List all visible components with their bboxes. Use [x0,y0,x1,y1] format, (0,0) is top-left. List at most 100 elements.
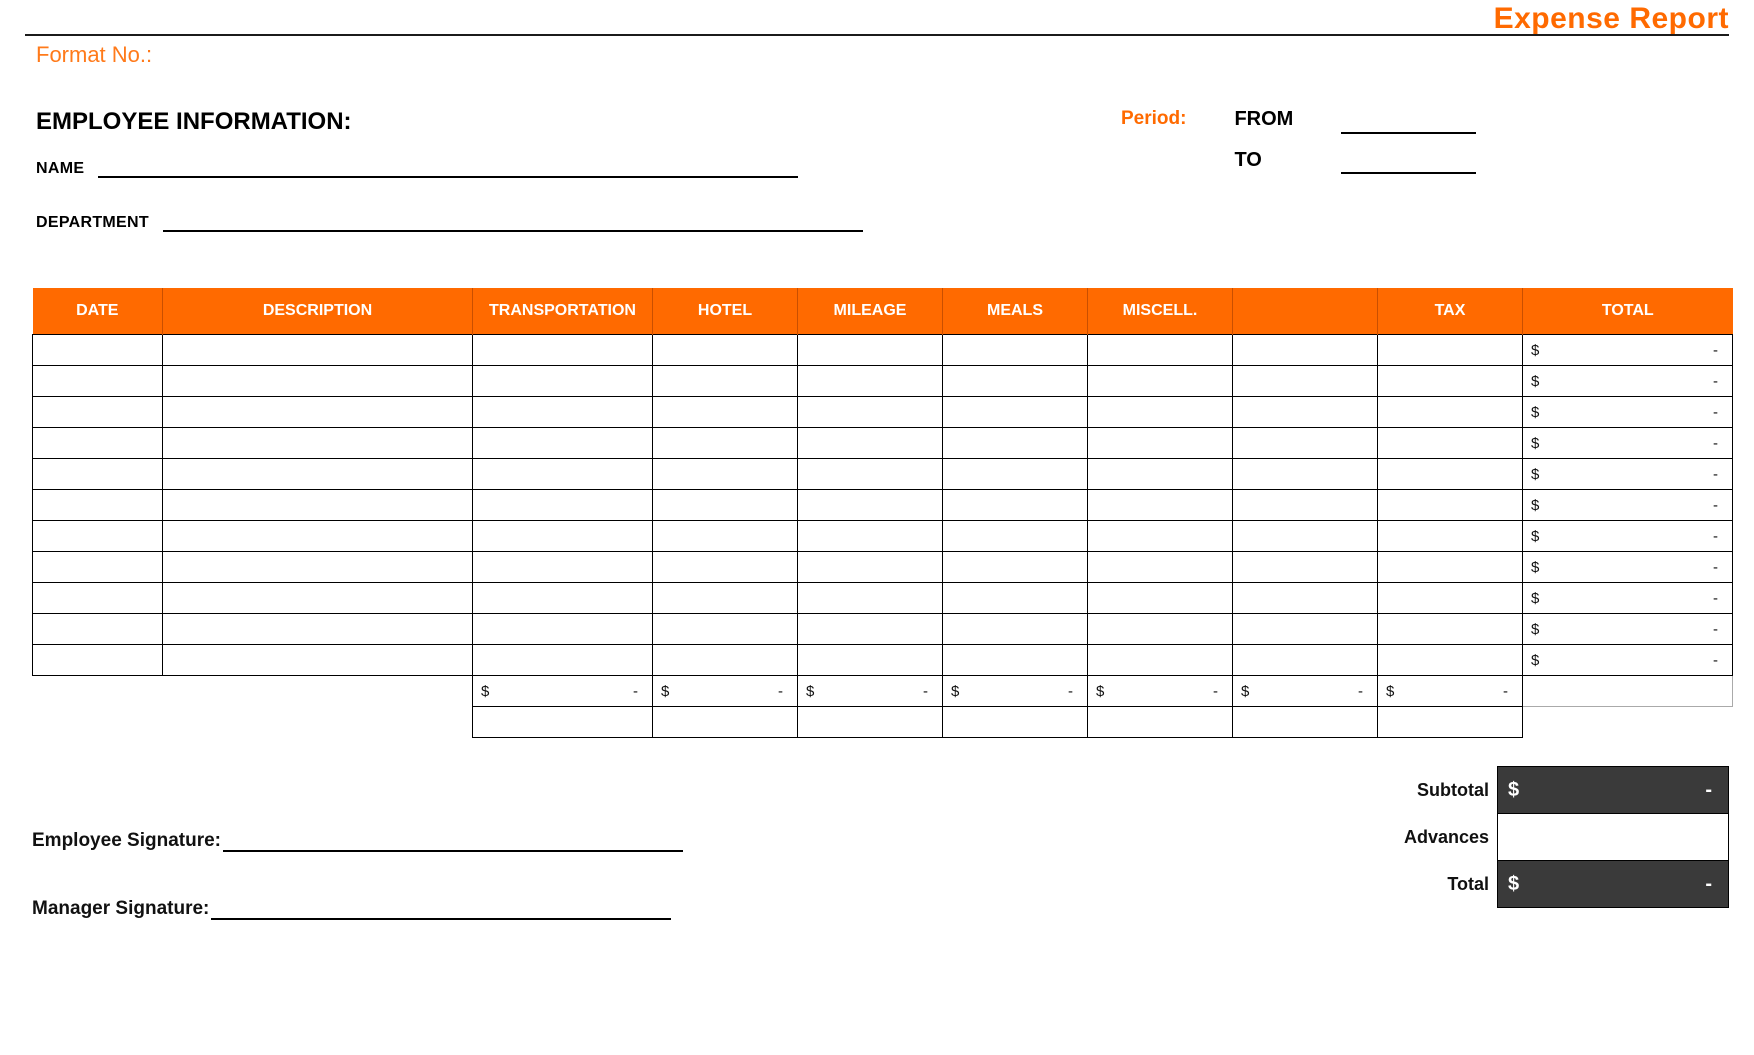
table-cell[interactable] [798,459,943,490]
employee-signature-line[interactable] [223,828,683,852]
manager-signature-line[interactable] [211,896,671,920]
table-cell[interactable] [33,490,163,521]
table-cell[interactable] [1088,366,1233,397]
table-cell[interactable] [163,335,473,366]
name-input-line[interactable] [98,156,798,178]
table-cell[interactable] [163,490,473,521]
table-cell[interactable] [653,490,798,521]
advances-box[interactable] [1498,814,1729,861]
table-cell[interactable] [1233,397,1378,428]
table-cell[interactable] [33,521,163,552]
to-input-line[interactable] [1341,150,1476,174]
table-cell[interactable] [1378,583,1523,614]
table-cell[interactable] [1233,490,1378,521]
table-cell[interactable] [1378,459,1523,490]
table-cell[interactable] [473,366,653,397]
table-cell[interactable] [163,366,473,397]
table-cell[interactable] [653,397,798,428]
table-cell[interactable] [943,490,1088,521]
table-cell[interactable] [798,583,943,614]
table-cell[interactable] [798,645,943,676]
table-cell[interactable] [473,614,653,645]
table-cell[interactable] [1233,645,1378,676]
table-cell[interactable] [1233,428,1378,459]
table-cell[interactable] [473,521,653,552]
table-cell[interactable] [943,521,1088,552]
table-cell[interactable] [1378,521,1523,552]
table-cell[interactable] [1088,459,1233,490]
table-cell[interactable] [1233,614,1378,645]
table-cell[interactable] [943,459,1088,490]
table-cell[interactable] [1378,552,1523,583]
table-cell[interactable] [943,645,1088,676]
table-cell[interactable] [33,645,163,676]
table-cell[interactable] [1088,583,1233,614]
table-cell[interactable] [33,366,163,397]
table-cell[interactable] [473,490,653,521]
table-cell[interactable] [1378,428,1523,459]
table-cell[interactable] [1088,490,1233,521]
table-cell[interactable] [653,335,798,366]
table-cell[interactable] [653,645,798,676]
table-cell[interactable] [1088,428,1233,459]
table-cell[interactable] [1233,459,1378,490]
table-cell[interactable] [1378,397,1523,428]
table-cell[interactable] [1088,645,1233,676]
table-cell[interactable] [653,583,798,614]
table-cell[interactable] [33,459,163,490]
table-cell[interactable] [798,366,943,397]
table-cell[interactable] [653,428,798,459]
table-cell[interactable] [1088,552,1233,583]
table-cell[interactable] [1233,552,1378,583]
table-cell[interactable] [1233,521,1378,552]
table-cell[interactable] [163,645,473,676]
table-cell[interactable] [1233,335,1378,366]
table-cell[interactable] [1233,583,1378,614]
table-cell[interactable] [653,521,798,552]
table-cell[interactable] [33,583,163,614]
table-cell[interactable] [1088,397,1233,428]
table-cell[interactable] [473,645,653,676]
table-cell[interactable] [1088,614,1233,645]
table-cell[interactable] [1378,335,1523,366]
table-cell[interactable] [473,397,653,428]
table-cell[interactable] [653,614,798,645]
from-input-line[interactable] [1341,110,1476,134]
table-cell[interactable] [163,521,473,552]
table-cell[interactable] [798,397,943,428]
table-cell[interactable] [798,335,943,366]
table-cell[interactable] [33,397,163,428]
table-cell[interactable] [943,366,1088,397]
table-cell[interactable] [163,552,473,583]
table-cell[interactable] [473,459,653,490]
table-cell[interactable] [943,397,1088,428]
table-cell[interactable] [1378,614,1523,645]
table-cell[interactable] [163,614,473,645]
table-cell[interactable] [943,428,1088,459]
table-cell[interactable] [473,583,653,614]
department-input-line[interactable] [163,210,863,232]
table-cell[interactable] [653,366,798,397]
table-cell[interactable] [1233,366,1378,397]
table-cell[interactable] [163,459,473,490]
table-cell[interactable] [943,335,1088,366]
table-cell[interactable] [33,428,163,459]
table-cell[interactable] [798,521,943,552]
table-cell[interactable] [33,335,163,366]
table-cell[interactable] [798,552,943,583]
table-cell[interactable] [33,614,163,645]
table-cell[interactable] [943,583,1088,614]
table-cell[interactable] [473,428,653,459]
table-cell[interactable] [798,614,943,645]
table-cell[interactable] [163,397,473,428]
table-cell[interactable] [473,335,653,366]
table-cell[interactable] [653,459,798,490]
table-cell[interactable] [33,552,163,583]
table-cell[interactable] [1088,521,1233,552]
table-cell[interactable] [473,552,653,583]
table-cell[interactable] [943,614,1088,645]
table-cell[interactable] [798,490,943,521]
table-cell[interactable] [163,583,473,614]
table-cell[interactable] [1378,490,1523,521]
table-cell[interactable] [1088,335,1233,366]
